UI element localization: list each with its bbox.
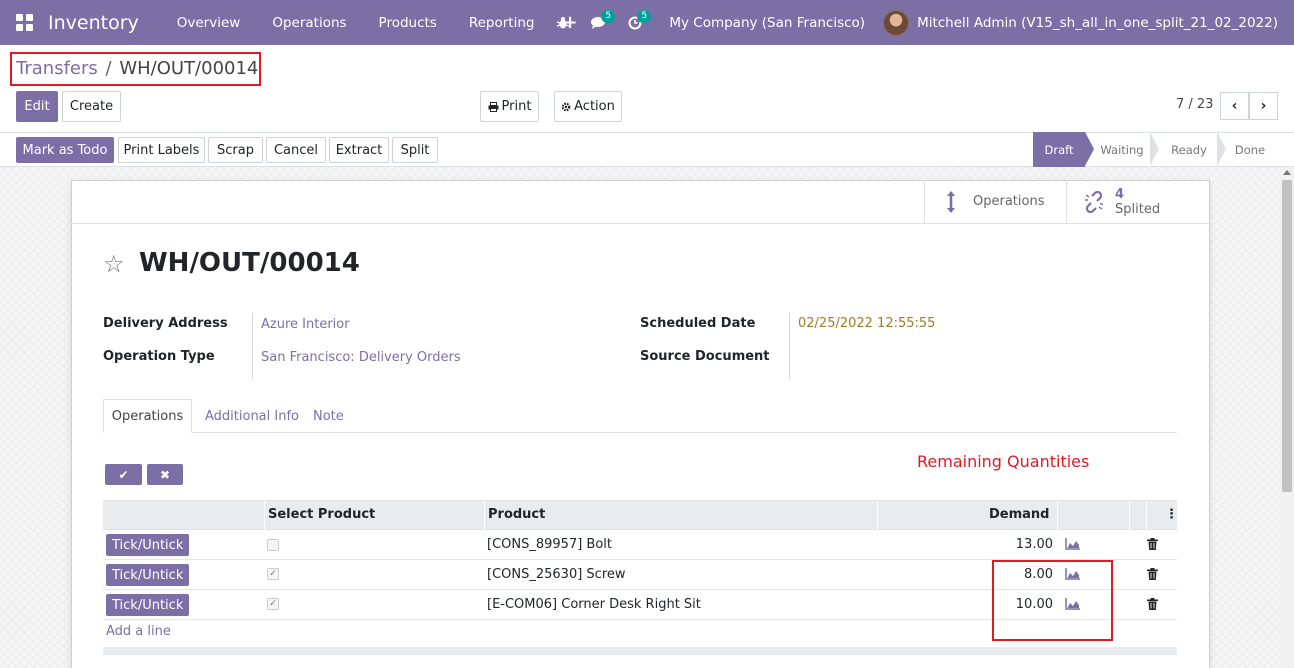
top-navbar: Inventory Overview Operations Products R… <box>0 0 1294 45</box>
edit-button[interactable]: Edit <box>16 91 58 122</box>
delivery-address-value[interactable]: Azure Interior <box>261 317 350 332</box>
select-product-checkbox-checked[interactable]: ✓ <box>267 568 279 580</box>
stage-ready[interactable]: Ready <box>1160 132 1218 167</box>
splited-smart-button[interactable]: 4 Splited <box>1066 180 1209 223</box>
select-product-checkbox-checked[interactable]: ✓ <box>267 598 279 610</box>
product-cell[interactable]: [CONS_25630] Screw <box>487 567 626 582</box>
stage-arrow-waiting <box>1150 132 1159 166</box>
column-product[interactable]: Product <box>488 507 545 522</box>
tab-operations[interactable]: Operations <box>103 399 192 433</box>
header-separator <box>484 501 485 530</box>
scheduled-date-value[interactable]: 02/25/2022 12:55:55 <box>798 316 935 331</box>
stage-waiting[interactable]: Waiting <box>1094 132 1150 167</box>
delivery-address-label: Delivery Address <box>103 316 228 331</box>
header-separator <box>1146 501 1147 530</box>
stage-arrow-draft <box>1085 132 1094 166</box>
header-separator <box>264 501 265 530</box>
broken-chain-icon <box>1085 190 1103 213</box>
delete-trash-icon[interactable] <box>1147 568 1158 580</box>
header-separator <box>1057 501 1058 530</box>
stage-done[interactable]: Done <box>1226 132 1274 167</box>
extract-button[interactable]: Extract <box>329 137 389 163</box>
operations-smart-button[interactable]: Operations <box>924 180 1066 223</box>
action-button[interactable]: Action <box>554 91 622 122</box>
mark-as-todo-button[interactable]: Mark as Todo <box>16 137 114 163</box>
remaining-quantities-highlight-box <box>992 560 1113 641</box>
operation-type-value[interactable]: San Francisco: Delivery Orders <box>261 350 461 365</box>
splited-count: 4 <box>1115 186 1125 202</box>
tick-untick-button[interactable]: Tick/Untick <box>106 594 190 616</box>
app-menu-icon[interactable] <box>0 0 48 45</box>
remaining-quantities-annotation: Remaining Quantities <box>917 452 1090 471</box>
field-divider-left <box>252 313 253 379</box>
scrollbar-thumb[interactable] <box>1282 180 1292 492</box>
print-label: Print <box>501 99 532 114</box>
header-separator <box>1129 501 1130 530</box>
scheduled-date-label: Scheduled Date <box>640 316 756 331</box>
breadcrumb-highlight-box <box>10 52 261 86</box>
favorite-star-icon[interactable]: ☆ <box>103 250 125 278</box>
splited-label: Splited <box>1115 201 1161 217</box>
pager-value[interactable]: 7 / 23 <box>1176 97 1213 112</box>
messages-icon[interactable]: 5 <box>581 0 617 45</box>
bug-icon[interactable] <box>545 0 581 45</box>
tick-untick-button[interactable]: Tick/Untick <box>106 564 190 586</box>
action-label: Action <box>574 99 615 114</box>
select-product-checkbox[interactable] <box>267 539 279 551</box>
operation-type-label: Operation Type <box>103 349 215 364</box>
operations-smart-label: Operations <box>973 194 1045 209</box>
delete-trash-icon[interactable] <box>1147 538 1158 550</box>
optional-columns-icon[interactable]: ⋮ <box>1165 507 1178 522</box>
print-labels-button[interactable]: Print Labels <box>118 137 205 163</box>
product-cell[interactable]: [E-COM06] Corner Desk Right Sit <box>487 597 701 612</box>
deselect-all-x-icon[interactable]: ✖ <box>147 464 183 485</box>
stage-arrow-ready <box>1217 132 1226 166</box>
cancel-button[interactable]: Cancel <box>266 137 326 163</box>
column-select-product[interactable]: Select Product <box>268 507 375 522</box>
pager-next-icon[interactable]: › <box>1249 92 1278 120</box>
source-document-label: Source Document <box>640 349 770 364</box>
forecast-chart-icon[interactable] <box>1065 538 1081 550</box>
nav-operations[interactable]: Operations <box>256 15 362 31</box>
table-footer <box>103 647 1177 655</box>
scroll-up-icon[interactable] <box>1283 170 1291 175</box>
print-button[interactable]: Print <box>480 91 539 122</box>
nav-reporting[interactable]: Reporting <box>453 15 551 31</box>
nav-products[interactable]: Products <box>363 15 453 31</box>
field-divider-right <box>789 313 790 379</box>
user-avatar[interactable] <box>883 9 910 36</box>
create-button[interactable]: Create <box>62 91 121 122</box>
pager-previous-icon[interactable]: ‹ <box>1220 92 1249 120</box>
gear-icon <box>561 102 571 111</box>
header-separator <box>877 501 878 530</box>
tick-untick-button[interactable]: Tick/Untick <box>106 534 190 556</box>
add-a-line-link[interactable]: Add a line <box>106 624 171 639</box>
stage-draft[interactable]: Draft <box>1033 132 1085 167</box>
print-icon <box>488 101 499 112</box>
demand-cell[interactable]: 13.00 <box>993 537 1053 552</box>
product-cell[interactable]: [CONS_89957] Bolt <box>487 537 612 552</box>
tab-note[interactable]: Note <box>313 399 344 433</box>
delete-trash-icon[interactable] <box>1147 598 1158 610</box>
activities-icon[interactable]: 5 <box>617 0 653 45</box>
scrap-button[interactable]: Scrap <box>208 137 263 163</box>
tab-additional-info[interactable]: Additional Info <box>205 399 299 433</box>
activities-badge: 5 <box>637 10 652 23</box>
split-button[interactable]: Split <box>392 137 438 163</box>
record-title: WH/OUT/00014 <box>139 248 360 278</box>
company-switcher[interactable]: My Company (San Francisco) <box>653 15 883 31</box>
select-all-check-icon[interactable]: ✔ <box>105 464 142 485</box>
nav-overview[interactable]: Overview <box>161 15 257 31</box>
user-menu[interactable]: Mitchell Admin (V15_sh_all_in_one_split_… <box>917 15 1278 31</box>
updown-arrows-icon <box>947 190 955 213</box>
app-name[interactable]: Inventory <box>48 12 139 34</box>
messages-badge: 5 <box>601 10 616 23</box>
column-demand[interactable]: Demand <box>989 507 1050 522</box>
